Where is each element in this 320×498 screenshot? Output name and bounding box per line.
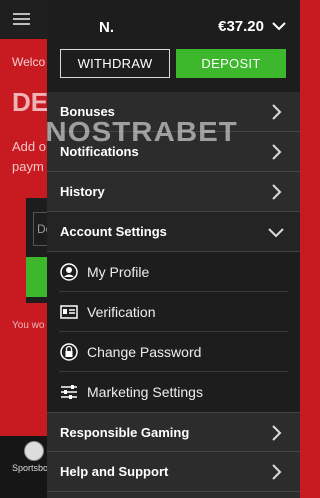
menu-item-account-settings[interactable]: Account Settings bbox=[47, 212, 300, 252]
welcome-text: Welco bbox=[12, 55, 46, 69]
account-drawer: N. €37.20 WITHDRAW DEPOSIT Bonuses Notif… bbox=[47, 0, 300, 498]
lock-icon bbox=[60, 343, 78, 361]
menu-item-label: Responsible Gaming bbox=[60, 424, 190, 440]
sliders-icon bbox=[61, 385, 77, 399]
soccer-ball-icon[interactable] bbox=[24, 441, 44, 461]
menu-item-next-peek bbox=[47, 492, 300, 498]
add-text-line2: paym bbox=[12, 159, 44, 174]
menu-item-label: Help and Support bbox=[60, 464, 169, 479]
menu-item-responsible-gaming[interactable]: Responsible Gaming bbox=[47, 412, 300, 452]
deposit-button[interactable]: DEPOSIT bbox=[176, 49, 286, 78]
hamburger-menu-icon[interactable] bbox=[13, 13, 30, 25]
submenu-item-label: Change Password bbox=[87, 344, 202, 360]
withdraw-button[interactable]: WITHDRAW bbox=[60, 49, 170, 78]
id-card-icon bbox=[60, 305, 78, 319]
chevron-right-icon bbox=[272, 104, 282, 120]
menu-item-label: Account Settings bbox=[60, 224, 167, 239]
menu-item-help-and-support[interactable]: Help and Support bbox=[47, 452, 300, 492]
menu-item-notifications[interactable]: Notifications bbox=[47, 132, 300, 172]
chevron-right-icon bbox=[272, 184, 282, 200]
submenu-item-verification[interactable]: Verification bbox=[47, 292, 300, 332]
menu-item-label: History bbox=[60, 184, 105, 199]
footer-note: You wo bbox=[12, 320, 45, 331]
balance-amount: €37.20 bbox=[218, 18, 264, 35]
add-text: Add o paym bbox=[12, 137, 46, 177]
menu-item-history[interactable]: History bbox=[47, 172, 300, 212]
submenu-item-my-profile[interactable]: My Profile bbox=[47, 252, 300, 292]
username: N. bbox=[99, 19, 114, 36]
submenu-item-change-password[interactable]: Change Password bbox=[47, 332, 300, 372]
submenu-item-label: Verification bbox=[87, 304, 156, 320]
menu-item-label: Bonuses bbox=[60, 104, 115, 119]
menu-item-label: Notifications bbox=[60, 144, 139, 159]
submenu-item-label: Marketing Settings bbox=[87, 384, 203, 400]
drawer-header: N. €37.20 WITHDRAW DEPOSIT bbox=[47, 0, 300, 92]
add-text-line1: Add o bbox=[12, 139, 46, 154]
chevron-down-icon bbox=[272, 22, 286, 31]
chevron-right-icon bbox=[272, 464, 282, 480]
submenu-item-label: My Profile bbox=[87, 264, 150, 280]
profile-icon bbox=[60, 263, 78, 281]
menu-item-bonuses[interactable]: Bonuses bbox=[47, 92, 300, 132]
chevron-down-icon bbox=[268, 228, 284, 238]
chevron-right-icon bbox=[272, 144, 282, 160]
chevron-right-icon bbox=[272, 425, 282, 441]
balance-display[interactable]: €37.20 bbox=[218, 18, 286, 35]
bottom-nav-sportsbook[interactable]: Sportsbo bbox=[12, 463, 48, 473]
page-heading: DE bbox=[12, 87, 49, 117]
submenu-item-marketing-settings[interactable]: Marketing Settings bbox=[47, 372, 300, 412]
